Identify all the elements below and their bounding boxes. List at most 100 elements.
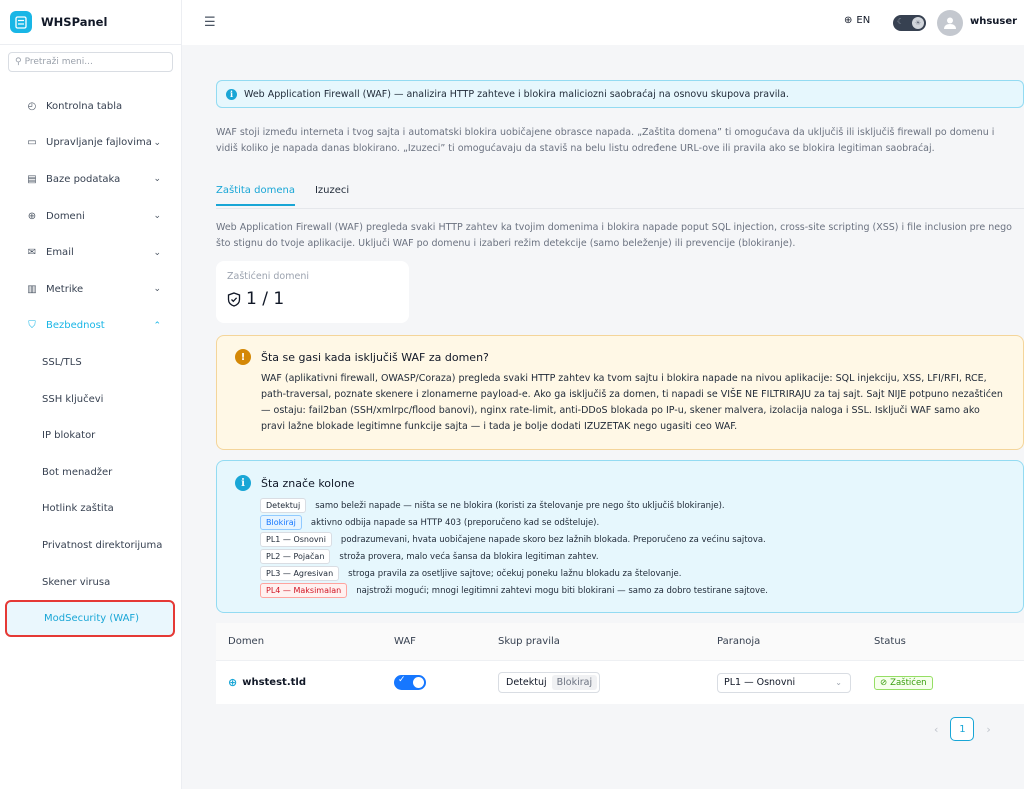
sidebar-subitem-modsecurity-waf[interactable]: ModSecurity (WAF) [5,600,175,637]
sidebar-subitem-virus-scanner[interactable]: Skener virusa [0,564,181,601]
globe-icon: ⊕ [844,15,853,26]
pagination: ‹ 1 › [934,717,991,741]
waf-cell: ✓ [382,675,486,690]
sidebar-subitem-directory-privacy[interactable]: Privatnost direktorijuma [0,527,181,564]
sidebar-item-metrics[interactable]: ▥ Metrike ⌄ [0,271,181,308]
paranoia-selected-value: PL1 — Osnovni [724,677,796,688]
tag-pl4: PL4 — Maksimalan [260,583,348,598]
intro-text: WAF stoji između interneta i tvog sajta … [216,127,995,154]
sidebar-item-label: Metrike [46,283,84,295]
chevron-down-icon: ⌄ [153,211,161,222]
dashboard-icon: ◴ [27,100,37,112]
tabs: Zaštita domena Izuzeci [216,185,349,206]
sidebar: WHSPanel ⚲ Pretraži meni... ◴ Kontrolna … [0,0,182,789]
column-header-ruleset: Skup pravila [498,636,560,647]
moon-icon: ☾ [897,17,905,26]
next-page-icon[interactable]: › [986,723,990,736]
prev-page-icon[interactable]: ‹ [934,723,938,736]
language-switcher[interactable]: ⊕ EN [844,15,870,26]
chart-icon: ▥ [27,283,37,295]
tab-domain-protection[interactable]: Zaštita domena [216,185,295,206]
database-icon: ▤ [27,173,37,185]
chevron-down-icon: ⌄ [153,284,161,295]
chevron-down-icon: ⌄ [153,137,161,148]
legend-item: Detektuj samo beleži napade — ništa se n… [260,497,1005,514]
app-name: WHSPanel [41,15,108,29]
page-number[interactable]: 1 [950,717,975,741]
legend-text: najstroži mogući; mnogi legitimni zahtev… [356,585,768,596]
user-icon [944,17,956,29]
domain-cell: ⊕ whstest.tld [216,676,382,689]
tag-pl3: PL3 — Agresivan [260,566,340,581]
column-header-domain: Domen [228,636,265,647]
sidebar-item-security[interactable]: ⛉ Bezbednost ⌃ [0,308,181,345]
legend-item: PL3 — Agresivan stroga pravila za osetlj… [260,565,1005,582]
sidebar-item-label: Kontrolna tabla [46,100,123,112]
domains-table: Domen WAF Skup pravila Paranoja Status ⊕… [216,623,1024,704]
tag-detect: Detektuj [260,498,307,513]
globe-icon: ⊕ [27,210,37,222]
sidebar-item-file-manager[interactable]: ▭ Upravljanje fajlovima ⌄ [0,125,181,162]
paranoia-select[interactable]: PL1 — Osnovni ⌄ [717,672,851,693]
check-circle-icon: ⊘ [880,677,888,688]
waf-info-banner: i Web Application Firewall (WAF) — anali… [216,80,1024,108]
legend-text: stroga pravila za osetljive sajtove; oče… [348,568,682,579]
avatar[interactable] [937,10,963,36]
chevron-down-icon: ⌄ [153,247,161,258]
legend-item: Blokiraj aktivno odbija napade sa HTTP 4… [260,514,1005,531]
shield-icon: ⛉ [28,320,36,332]
status-badge: ⊘ Zaštićen [874,675,933,690]
legend-text: samo beleži napade — ništa se ne blokira… [315,500,725,511]
table-row: ⊕ whstest.tld ✓ Detektuj Blokiraj PL1 — … [216,661,1024,704]
brand[interactable]: WHSPanel [0,0,181,45]
legend-item: PL1 — Osnovni podrazumevani, hvata uobič… [260,531,1005,548]
sidebar-item-label: Email [46,247,74,259]
sidebar-subitem-ssl-tls[interactable]: SSL/TLS [0,344,181,381]
sidebar-subitem-ssh-keys[interactable]: SSH ključevi [0,381,181,418]
legend-text: podrazumevani, hvata uobičajene napade s… [340,534,766,545]
sun-icon: ☀ [912,17,924,29]
topbar: ☰ ⊕ EN ☾ ☀ whsuser [182,0,1024,45]
waf-toggle[interactable]: ✓ [394,675,426,690]
app-logo-icon [10,11,32,33]
menu-collapse-icon[interactable]: ☰ [204,15,216,30]
legend-title-row: i Šta znače kolone [235,475,1005,491]
sidebar-item-dashboard[interactable]: ◴ Kontrolna tabla [0,88,181,125]
protected-domains-card: Zaštićeni domeni 1 / 1 [216,261,409,323]
tag-block: Blokiraj [260,515,302,530]
language-label: EN [856,15,871,26]
warning-title: Šta se gasi kada isključiš WAF za domen? [261,350,489,364]
sidebar-item-email[interactable]: ✉ Email ⌄ [0,234,181,271]
column-header-status: Status [874,636,906,647]
ruleset-segmented-control: Detektuj Blokiraj [498,672,601,693]
sidebar-subitem-ip-blocker[interactable]: IP blokator [0,417,181,454]
sidebar-item-databases[interactable]: ▤ Baze podataka ⌄ [0,161,181,198]
sidebar-subitem-bot-manager[interactable]: Bot menadžer [0,454,181,491]
status-cell: ⊘ Zaštićen [862,675,1024,690]
menu-search-input[interactable]: ⚲ Pretraži meni... [8,52,173,72]
toggle-knob [413,677,424,688]
domain-name: whstest.tld [242,677,306,688]
legend-item: PL4 — Maksimalan najstroži mogući; mnogi… [260,582,1005,599]
sidebar-item-label: Baze podataka [46,173,121,185]
ruleset-option-block[interactable]: Blokiraj [551,675,598,690]
sidebar-subitem-hotlink-protection[interactable]: Hotlink zaštita [0,491,181,528]
chevron-down-icon: ⌄ [835,677,842,687]
sidebar-item-label: Upravljanje fajlovima [46,137,152,149]
tab-exceptions[interactable]: Izuzeci [315,185,349,206]
legend-title: Šta znače kolone [261,476,355,490]
chevron-up-icon: ⌃ [153,320,161,331]
stat-label: Zaštićeni domeni [227,271,309,282]
ruleset-option-detect[interactable]: Detektuj [501,675,552,690]
legend-item: PL2 — Pojačan stroža provera, malo veća … [260,548,1005,565]
theme-toggle[interactable]: ☾ ☀ [893,15,926,31]
username[interactable]: whsuser [970,16,1017,27]
sidebar-item-domains[interactable]: ⊕ Domeni ⌄ [0,198,181,235]
columns-legend: i Šta znače kolone Detektuj samo beleži … [216,460,1024,613]
menu-search-placeholder: Pretraži meni... [24,57,93,67]
tab-divider [216,208,1024,209]
warning-body: WAF (aplikativni firewall, OWASP/Coraza)… [261,373,1003,432]
mail-icon: ✉ [27,247,37,259]
search-icon: ⚲ [15,57,22,67]
table-header: Domen WAF Skup pravila Paranoja Status [216,623,1024,661]
